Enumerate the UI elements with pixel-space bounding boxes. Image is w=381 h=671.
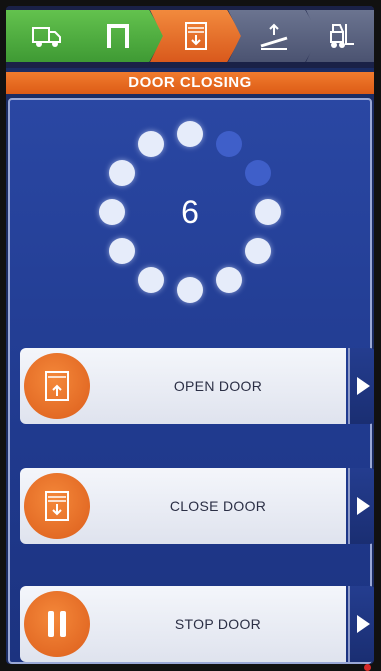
open-door-label: OPEN DOOR (173, 378, 263, 394)
step-truck[interactable] (6, 10, 88, 62)
stop-door-button[interactable]: STOP DOOR (20, 586, 374, 662)
step-door-closing[interactable] (150, 10, 242, 62)
countdown-dot (138, 266, 164, 293)
stop-door-icon-badge (24, 591, 90, 657)
door-open-icon (45, 371, 69, 401)
countdown-dot (177, 277, 203, 303)
pause-icon (48, 611, 66, 637)
open-door-button[interactable]: OPEN DOOR (20, 348, 374, 424)
stop-door-arrow[interactable] (348, 586, 374, 662)
step-progress-bar (6, 6, 374, 68)
play-arrow-icon (356, 615, 370, 633)
dock-leveler-icon (260, 23, 288, 50)
status-led (364, 664, 371, 671)
open-door-button-face[interactable]: OPEN DOOR (20, 348, 346, 424)
close-door-arrow[interactable] (348, 468, 374, 544)
stop-door-label: STOP DOOR (174, 616, 262, 632)
countdown-spinner: 6 (99, 121, 281, 303)
open-door-icon-badge (24, 353, 90, 419)
truck-icon (32, 27, 61, 47)
stop-door-button-face[interactable]: STOP DOOR (20, 586, 346, 662)
step-dock-door[interactable] (72, 10, 164, 62)
open-door-arrow[interactable] (348, 348, 374, 424)
page-title: DOOR CLOSING (6, 72, 374, 94)
door-close-icon (45, 491, 69, 521)
play-arrow-icon (356, 377, 370, 395)
countdown-dot (255, 199, 281, 225)
close-door-button-face[interactable]: CLOSE DOOR (20, 468, 346, 544)
close-door-label: CLOSE DOOR (169, 498, 267, 514)
countdown-dot (177, 121, 203, 147)
touch-screen: DOOR CLOSING 6 OPEN DOOR CLOSE DOOR STOP… (6, 6, 374, 664)
countdown-dot (216, 266, 242, 293)
door-closing-icon (185, 22, 207, 50)
countdown-value: 6 (181, 194, 199, 230)
countdown-dot (244, 160, 271, 186)
close-door-icon-badge (24, 473, 90, 539)
countdown-dot (99, 199, 125, 225)
dock-door-icon (107, 24, 129, 48)
countdown-dot (244, 238, 271, 264)
step-dock-leveler[interactable] (228, 10, 320, 62)
close-door-button[interactable]: CLOSE DOOR (20, 468, 374, 544)
countdown-panel: 6 OPEN DOOR CLOSE DOOR STOP DOOR (8, 98, 374, 664)
forklift-icon (330, 24, 354, 48)
play-arrow-icon (356, 497, 370, 515)
